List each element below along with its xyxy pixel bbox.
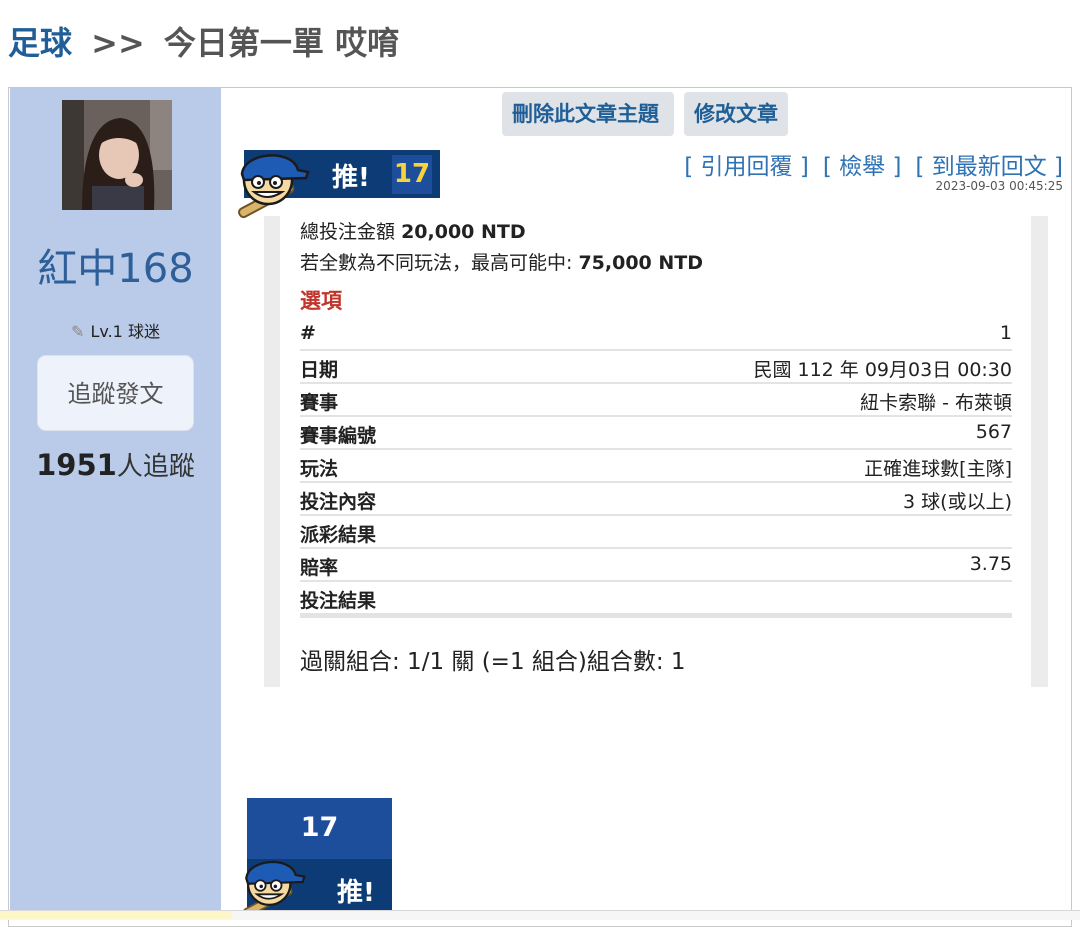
bet-total: 總投注金額 20,000 NTD	[300, 217, 526, 244]
breadcrumb-board-link[interactable]: 足球	[8, 24, 72, 62]
baseball-mascot-icon	[242, 861, 306, 918]
table-row: 賽事 紐卡索聯 - 布萊頓	[300, 384, 1012, 417]
push-button-count: 17	[300, 812, 339, 843]
bet-total-value: 20,000 NTD	[401, 221, 526, 243]
latest-reply-link[interactable]: [ 到最新回文 ]	[915, 154, 1063, 180]
row-key: 投注內容	[300, 491, 377, 513]
delete-topic-button[interactable]: 刪除此文章主題	[502, 92, 674, 136]
page-title: 今日第一單 哎唷	[163, 24, 400, 62]
table-row: 賽事編號 567	[300, 417, 1012, 450]
edit-post-button[interactable]: 修改文章	[684, 92, 788, 136]
table-row: 玩法 正確進球數[主隊]	[300, 450, 1012, 483]
table-row: 日期 民國 112 年 09月03日 00:30	[300, 351, 1012, 384]
table-divider	[300, 613, 1012, 618]
table-row: 派彩結果	[300, 516, 1012, 549]
table-row: 投注內容 3 球(或以上)	[300, 483, 1012, 516]
follower-count: 1951人追蹤	[10, 446, 221, 483]
bet-max-win: 若全數為不同玩法，最高可能中: 75,000 NTD	[300, 248, 703, 275]
row-key: 賽事	[300, 392, 339, 414]
push-count: 17	[392, 155, 432, 194]
row-key: #	[300, 322, 316, 344]
row-key: 賠率	[300, 557, 339, 579]
row-key: 投注結果	[300, 590, 377, 612]
author-level: ✎ Lv.1 球迷	[10, 318, 221, 342]
options-title: 選項	[300, 289, 342, 313]
bet-max-label: 若全數為不同玩法，最高可能中:	[300, 252, 573, 274]
post-timestamp: 2023-09-03 00:45:25	[935, 179, 1063, 193]
bet-max-value: 75,000 NTD	[578, 252, 704, 274]
pencil-icon: ✎	[71, 322, 85, 341]
breadcrumb-separator: >>	[91, 24, 145, 62]
author-sidebar: 紅中168 ✎ Lv.1 球迷 追蹤發文 1951人追蹤	[10, 88, 221, 919]
row-key: 派彩結果	[300, 524, 377, 546]
table-row: #1	[300, 318, 1012, 351]
row-value: 567	[975, 421, 1012, 443]
parlay-summary: 過關組合: 1/1 關 (=1 組合)組合數: 1	[300, 649, 686, 675]
row-value: 民國 112 年 09月03日 00:30	[753, 359, 1012, 381]
row-value: 正確進球數[主隊]	[864, 458, 1012, 480]
table-row: 投注結果	[300, 582, 1012, 615]
quote-reply-link[interactable]: [ 引用回覆 ]	[684, 154, 809, 180]
avatar-photo	[62, 100, 172, 210]
breadcrumb: 足球 >> 今日第一單 哎唷	[8, 18, 399, 64]
baseball-mascot-icon	[238, 154, 310, 219]
push-button-label: 推!	[337, 878, 375, 908]
avatar[interactable]	[62, 100, 172, 210]
row-key: 玩法	[300, 458, 339, 480]
report-link[interactable]: [ 檢舉 ]	[823, 154, 902, 180]
table-row: 賠率 3.75	[300, 549, 1012, 582]
follower-number: 1951	[36, 448, 117, 482]
author-name[interactable]: 紅中168	[10, 236, 221, 294]
bet-total-label: 總投注金額	[300, 221, 396, 243]
author-level-label: Lv.1 球迷	[90, 322, 160, 341]
row-value: 3.75	[969, 553, 1012, 575]
push-label: 推!	[332, 163, 370, 193]
row-value: 3 球(或以上)	[903, 491, 1012, 513]
post-actions: [ 引用回覆 ] [ 檢舉 ] [ 到最新回文 ]	[684, 147, 1063, 181]
next-post-highlight	[0, 911, 232, 919]
row-value: 1	[999, 322, 1012, 344]
row-key: 日期	[300, 359, 339, 381]
row-key: 賽事編號	[300, 425, 377, 447]
bet-options-table: #1 日期 民國 112 年 09月03日 00:30 賽事 紐卡索聯 - 布萊頓 …	[300, 318, 1012, 615]
follow-button[interactable]: 追蹤發文	[37, 355, 194, 431]
follower-suffix: 人追蹤	[116, 452, 195, 482]
row-value: 紐卡索聯 - 布萊頓	[860, 392, 1012, 414]
